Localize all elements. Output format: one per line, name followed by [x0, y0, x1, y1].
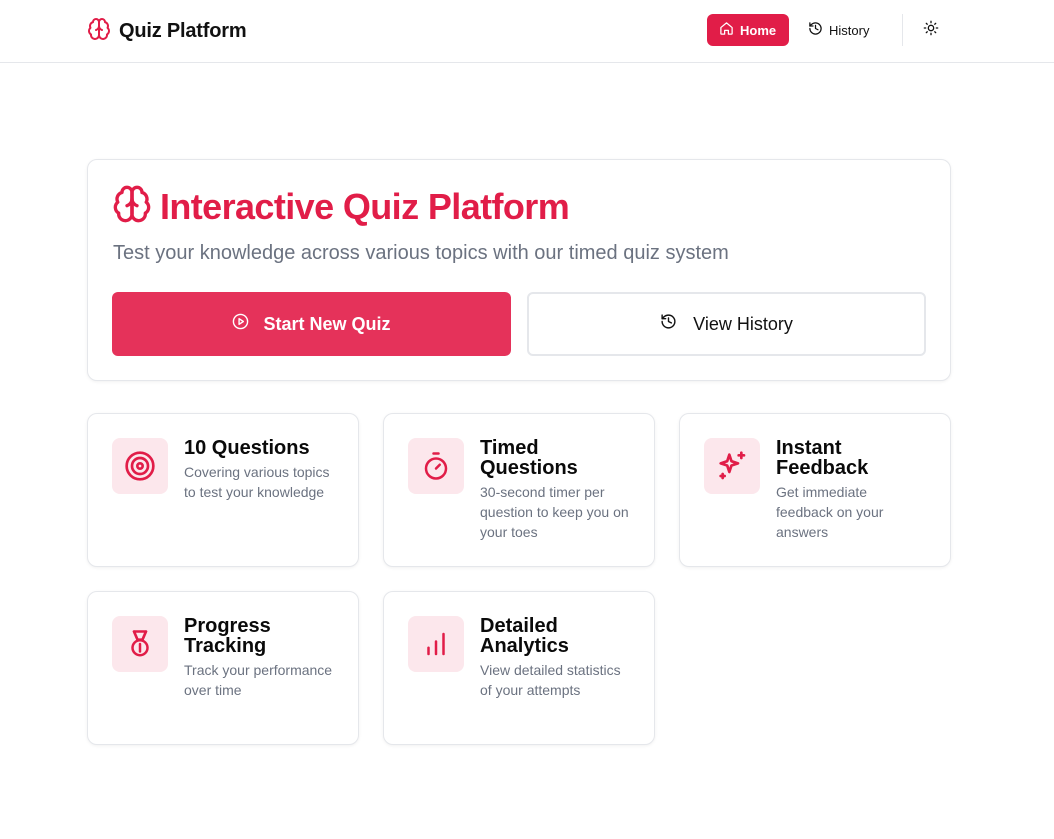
feature-title: Progress Tracking [184, 615, 271, 657]
target-icon [112, 438, 168, 494]
feature-card-questions: 10 Questions Covering various topics to … [87, 413, 359, 567]
feature-description: Covering various topics to test your kno… [184, 464, 330, 500]
feature-description: Get immediate feedback on your answers [776, 484, 884, 540]
feature-description: 30-second timer per question to keep you… [480, 484, 629, 540]
nav-history-button[interactable]: History [796, 14, 888, 46]
nav-home-button[interactable]: Home [707, 14, 789, 46]
start-new-quiz-button[interactable]: Start New Quiz [112, 292, 511, 356]
feature-title: Timed Questions [480, 437, 578, 479]
hero-subtitle: Test your knowledge across various topic… [113, 242, 729, 264]
play-circle-icon [232, 313, 249, 335]
feature-card-feedback: Instant Feedback Get immediate feedback … [679, 413, 951, 567]
nav-divider [902, 14, 903, 46]
brand[interactable]: Quiz Platform [87, 17, 247, 46]
home-icon [719, 21, 734, 39]
stopwatch-icon [408, 438, 464, 494]
feature-title: 10 Questions [184, 437, 310, 459]
view-history-button[interactable]: View History [527, 292, 926, 356]
sparkles-icon [704, 438, 760, 494]
nav-home-label: Home [740, 22, 777, 38]
feature-card-analytics: Detailed Analytics View detailed statist… [383, 591, 655, 745]
start-new-quiz-label: Start New Quiz [263, 313, 391, 334]
feature-title: Detailed Analytics [480, 615, 569, 657]
nav-history-label: History [829, 22, 870, 38]
feature-card-progress: Progress Tracking Track your performance… [87, 591, 359, 745]
feature-title: Instant Feedback [776, 437, 869, 479]
feature-description: View detailed statistics of your attempt… [480, 662, 621, 698]
hero-title: Interactive Quiz Platform [160, 185, 570, 227]
navbar: Quiz Platform Home History [0, 0, 1054, 63]
feature-description: Track your performance over time [184, 662, 333, 698]
medal-icon [112, 616, 168, 672]
history-icon [660, 313, 677, 335]
theme-toggle-button[interactable] [917, 14, 945, 46]
hero-heading: Interactive Quiz Platform [112, 184, 570, 229]
brand-title: Quiz Platform [119, 20, 247, 42]
feature-card-timed: Timed Questions 30-second timer per ques… [383, 413, 655, 567]
view-history-label: View History [693, 313, 793, 334]
brain-icon [87, 17, 111, 46]
bar-chart-icon [408, 616, 464, 672]
hero-card: Interactive Quiz Platform Test your know… [87, 159, 951, 381]
sun-icon [923, 20, 939, 41]
history-icon [808, 21, 823, 39]
brain-icon [112, 184, 152, 229]
